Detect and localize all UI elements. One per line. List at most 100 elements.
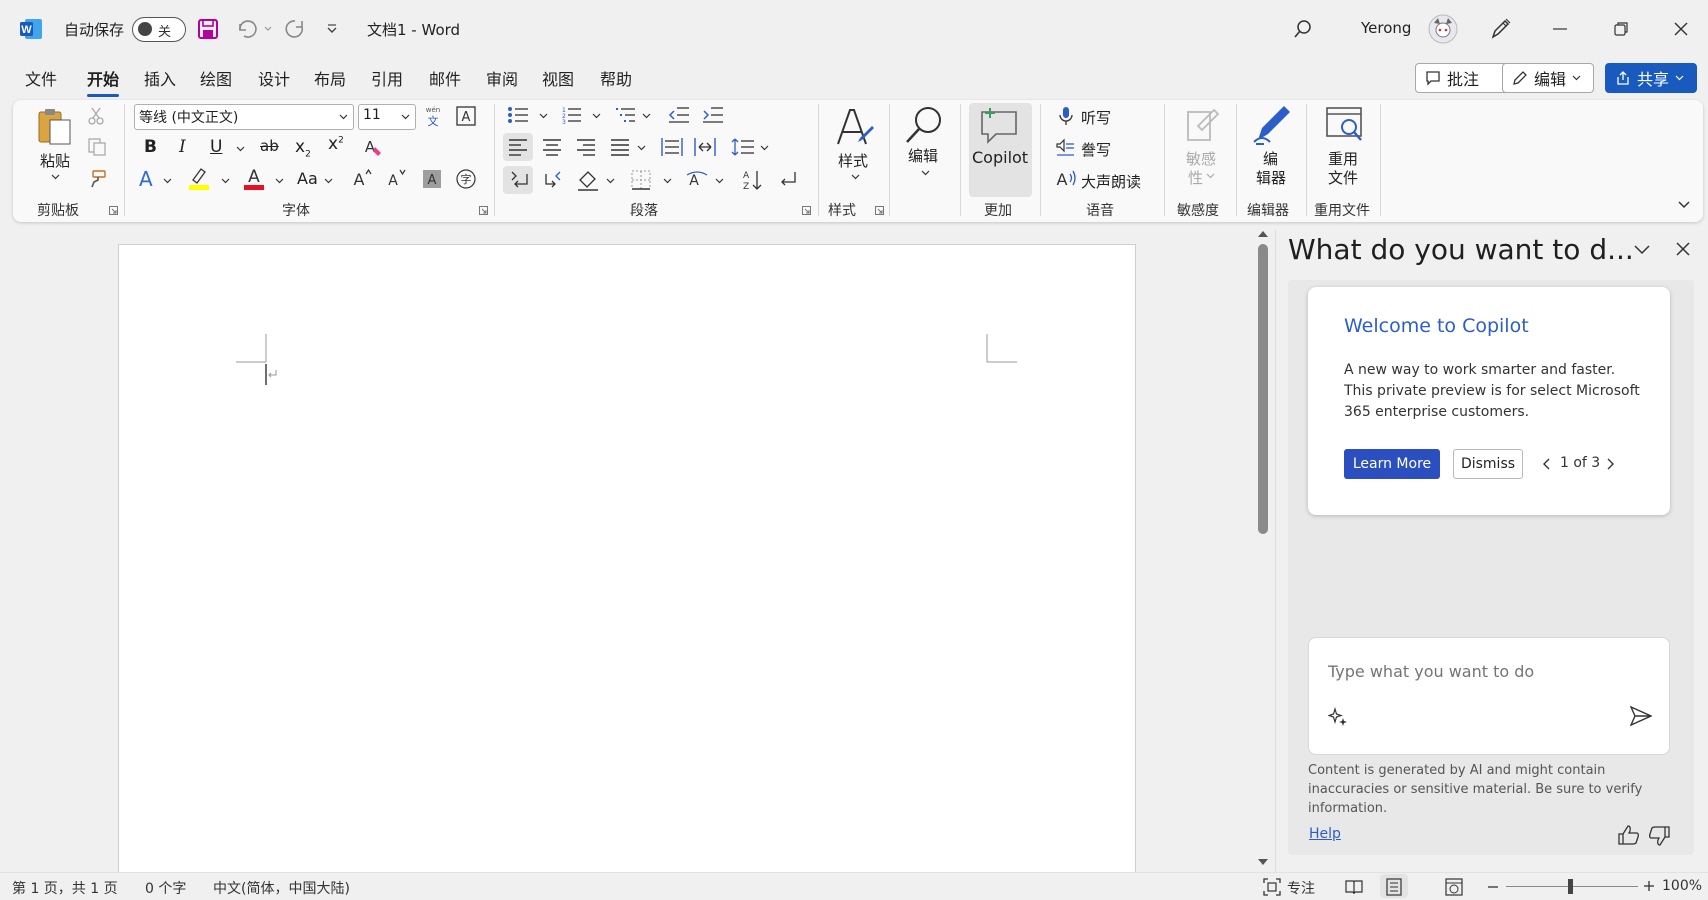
styles-dropdown-icon[interactable] — [851, 174, 860, 180]
pane-options-icon[interactable] — [1634, 245, 1650, 255]
phonetic-guide-icon[interactable]: wén 文 — [424, 104, 442, 128]
justify-icon[interactable] — [610, 138, 630, 156]
tab-review[interactable]: 审阅 — [486, 66, 518, 90]
font-launcher-icon[interactable] — [479, 206, 488, 215]
character-shading-icon[interactable]: A — [423, 170, 441, 188]
autosave-toggle[interactable]: 关 — [132, 17, 186, 42]
zoom-slider-thumb[interactable] — [1568, 879, 1573, 894]
save-icon[interactable] — [197, 18, 219, 40]
strikethrough-icon[interactable]: ab — [260, 137, 279, 155]
copy-icon[interactable] — [88, 138, 106, 156]
column-width-icon[interactable] — [694, 137, 716, 157]
numbering-dropdown-icon[interactable] — [592, 113, 601, 119]
align-right-icon[interactable] — [576, 138, 596, 156]
help-link[interactable]: Help — [1309, 826, 1341, 842]
sensitivity-icon[interactable] — [1184, 106, 1220, 144]
editing-dropdown-icon[interactable] — [921, 170, 930, 176]
scrollbar-thumb[interactable] — [1258, 244, 1268, 534]
customize-qat-icon[interactable] — [326, 24, 338, 34]
sort-icon[interactable]: AZ — [741, 169, 763, 191]
learn-more-button[interactable]: Learn More — [1344, 449, 1440, 479]
transcribe-label[interactable]: 誊写 — [1081, 139, 1111, 160]
format-painter-icon[interactable] — [88, 170, 106, 188]
word-count[interactable]: 0 个字 — [145, 878, 186, 898]
tab-design[interactable]: 设计 — [258, 66, 290, 90]
editing-label[interactable]: 编辑 — [908, 145, 938, 166]
right-to-left-icon[interactable] — [543, 170, 563, 190]
italic-icon[interactable]: I — [179, 137, 186, 157]
highlight-icon[interactable] — [188, 166, 210, 190]
tab-references[interactable]: 引用 — [371, 66, 403, 90]
show-marks-icon[interactable] — [777, 170, 797, 190]
shrink-font-icon[interactable]: A — [386, 168, 406, 188]
zoom-out-icon[interactable] — [1488, 886, 1498, 888]
line-spacing-dropdown-icon[interactable] — [760, 145, 769, 151]
collapse-ribbon-icon[interactable] — [1678, 201, 1690, 209]
pane-close-icon[interactable] — [1676, 242, 1690, 256]
shading-dropdown-icon[interactable] — [606, 178, 615, 184]
tab-home[interactable]: 开始 — [87, 66, 120, 97]
transcribe-icon[interactable] — [1055, 137, 1075, 157]
font-color-icon[interactable]: A — [243, 166, 265, 190]
decrease-indent-icon[interactable] — [668, 106, 690, 124]
zoom-level[interactable]: 100% — [1662, 878, 1702, 894]
styles-label[interactable]: 样式 — [838, 150, 868, 171]
send-icon[interactable] — [1630, 706, 1652, 726]
word-logo-icon[interactable]: W — [20, 19, 42, 39]
focus-icon[interactable] — [1263, 878, 1281, 896]
text-effects-icon[interactable]: A — [139, 167, 153, 191]
superscript-icon[interactable]: x2 — [328, 134, 344, 154]
paste-label[interactable]: 粘贴 — [40, 150, 70, 171]
clear-formatting-icon[interactable]: A — [363, 137, 383, 157]
font-size-combo[interactable]: 11 — [358, 104, 416, 130]
subscript-icon[interactable]: x2 — [295, 137, 311, 159]
reuse-files-label-line2[interactable]: 文件 — [1328, 167, 1358, 188]
dismiss-button[interactable]: Dismiss — [1453, 449, 1523, 479]
tab-draw[interactable]: 绘图 — [200, 66, 232, 90]
zoom-in-icon[interactable] — [1644, 881, 1654, 891]
page-count[interactable]: 第 1 页，共 1 页 — [12, 878, 118, 898]
character-border-icon[interactable]: A — [456, 106, 476, 126]
prompt-input[interactable] — [1328, 662, 1608, 681]
editor-icon[interactable] — [1252, 104, 1292, 146]
distributed-icon[interactable] — [661, 137, 683, 157]
read-aloud-label[interactable]: 大声朗读 — [1081, 171, 1141, 192]
bullets-dropdown-icon[interactable] — [539, 113, 548, 119]
underline-icon[interactable]: U — [210, 137, 222, 157]
underline-dropdown-icon[interactable] — [236, 146, 245, 152]
clipboard-launcher-icon[interactable] — [109, 206, 118, 215]
asian-layout-dropdown-icon[interactable] — [715, 178, 724, 184]
align-center-icon[interactable] — [542, 138, 562, 156]
thumbs-up-icon[interactable] — [1618, 825, 1640, 845]
microphone-icon[interactable] — [1058, 106, 1074, 126]
sparkle-icon[interactable] — [1328, 706, 1348, 726]
change-case-dropdown-icon[interactable] — [324, 178, 333, 184]
language-indicator[interactable]: 中文(简体，中国大陆) — [213, 878, 350, 898]
chevron-right-icon[interactable] — [1607, 458, 1615, 470]
find-icon[interactable] — [904, 105, 944, 145]
redo-icon[interactable] — [284, 18, 306, 40]
undo-icon[interactable] — [235, 18, 257, 40]
dictate-label[interactable]: 听写 — [1081, 107, 1111, 128]
increase-indent-icon[interactable] — [702, 106, 724, 124]
tab-file[interactable]: 文件 — [25, 66, 57, 90]
reuse-files-icon[interactable] — [1325, 106, 1365, 144]
share-button[interactable]: 共享 — [1605, 63, 1697, 93]
editor-label-line2[interactable]: 辑器 — [1256, 167, 1286, 188]
cut-icon[interactable] — [88, 107, 104, 125]
editor-label-line1[interactable]: 编 — [1263, 148, 1278, 169]
tab-layout[interactable]: 布局 — [314, 66, 346, 90]
web-layout-icon[interactable] — [1445, 878, 1463, 896]
multilevel-list-icon[interactable] — [614, 106, 636, 124]
highlight-dropdown-icon[interactable] — [221, 178, 230, 184]
chevron-left-icon[interactable] — [1542, 458, 1550, 470]
numbering-icon[interactable]: 123 — [560, 106, 582, 124]
styles-launcher-icon[interactable] — [875, 206, 884, 215]
restore-icon[interactable] — [1614, 22, 1628, 36]
tab-insert[interactable]: 插入 — [144, 66, 176, 90]
close-icon[interactable] — [1674, 22, 1688, 36]
focus-label[interactable]: 专注 — [1287, 878, 1315, 898]
pen-icon[interactable] — [1489, 17, 1511, 41]
scroll-up-icon[interactable] — [1257, 230, 1269, 238]
font-name-combo[interactable]: 等线 (中文正文) — [134, 104, 354, 130]
